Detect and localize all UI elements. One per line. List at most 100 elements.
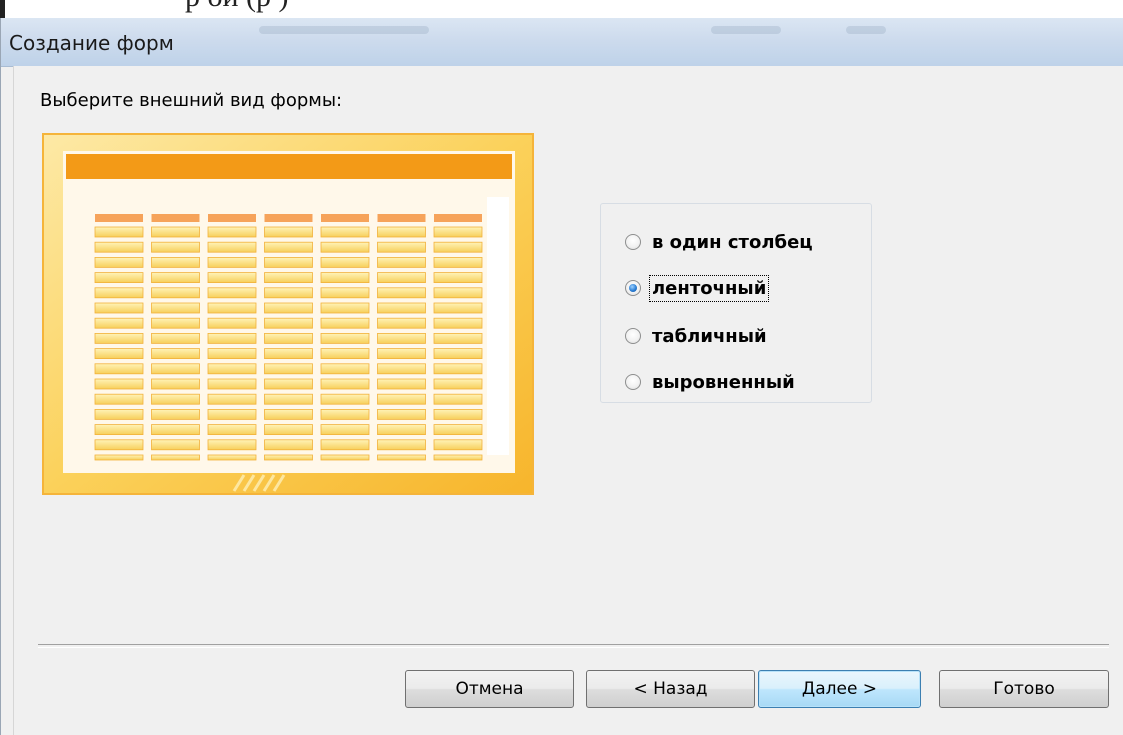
preview-column-header: [95, 214, 143, 222]
preview-field-cell: [377, 226, 426, 238]
preview-field-cell: [151, 408, 200, 420]
preview-field-cell: [377, 348, 426, 360]
preview-field-cell: [94, 454, 144, 461]
preview-field-cell: [264, 241, 313, 253]
preview-field-cell: [151, 378, 200, 390]
preview-form-header: [66, 154, 512, 179]
layout-option[interactable]: выровненный: [625, 368, 795, 396]
preview-field-cell: [94, 408, 144, 420]
preview-field-cell: [207, 317, 257, 329]
preview-field-cell: [433, 363, 483, 375]
preview-field-cell: [377, 378, 426, 390]
preview-field-cell: [151, 226, 200, 238]
preview-field-cell: [151, 393, 200, 405]
radio-checked-icon[interactable]: [625, 280, 641, 296]
preview-field-cell: [151, 454, 200, 461]
preview-field-cell: [377, 302, 426, 314]
preview-field-cell: [433, 424, 483, 436]
preview-field-cell: [151, 257, 200, 268]
window-title: Создание форм: [9, 31, 174, 55]
preview-field-cell: [433, 302, 483, 314]
radio-unchecked-icon[interactable]: [625, 328, 641, 344]
preview-field-cell: [207, 454, 257, 461]
preview-field-cell: [433, 348, 483, 360]
preview-field-cell: [433, 241, 483, 253]
preview-field-cell: [377, 408, 426, 420]
layout-option[interactable]: ленточный: [625, 274, 770, 302]
preview-field-cell: [151, 332, 200, 344]
preview-field-cell: [94, 363, 144, 375]
preview-field-cell: [320, 257, 370, 268]
preview-field-cell: [320, 378, 370, 390]
radio-unchecked-icon[interactable]: [625, 234, 641, 250]
preview-field-cell: [207, 408, 257, 420]
preview-field-cell: [377, 241, 426, 253]
preview-field-cell: [207, 241, 257, 253]
layout-option-label: ленточный: [648, 274, 770, 302]
preview-field-cell: [433, 272, 483, 284]
finish-button[interactable]: Готово: [939, 670, 1109, 708]
preview-field-cell: [433, 378, 483, 390]
preview-field-cell: [377, 363, 426, 375]
preview-field-cell: [377, 287, 426, 299]
preview-field-cell: [207, 393, 257, 405]
preview-field-cell: [264, 439, 313, 451]
preview-field-cell: [264, 363, 313, 375]
preview-field-cell: [320, 272, 370, 284]
preview-field-cell: [320, 226, 370, 238]
preview-field-cell: [433, 439, 483, 451]
next-button[interactable]: Далее >: [758, 670, 921, 708]
preview-field-cell: [94, 348, 144, 360]
preview-field-cell: [320, 363, 370, 375]
layout-option-label: в один столбец: [652, 231, 813, 253]
preview-field-cell: [377, 257, 426, 268]
preview-field-cell: [320, 317, 370, 329]
preview-field-cell: [151, 424, 200, 436]
back-button[interactable]: < Назад: [586, 670, 755, 708]
preview-field-cell: [207, 226, 257, 238]
layout-option[interactable]: в один столбец: [625, 228, 813, 256]
layout-option[interactable]: табличный: [625, 322, 767, 350]
preview-field-cell: [377, 454, 426, 461]
layout-preview-graphic: [44, 135, 532, 493]
document-margin-mark: [0, 0, 5, 18]
layout-options-group: в один столбец ленточный табличный выровнен…: [600, 203, 872, 403]
preview-field-cell: [320, 287, 370, 299]
preview-field-cell: [377, 439, 426, 451]
preview-column-header: [377, 214, 426, 222]
preview-field-cell: [433, 393, 483, 405]
preview-column-header: [434, 214, 482, 222]
preview-field-cell: [94, 393, 144, 405]
layout-prompt-label: Выберите внешний вид формы:: [40, 90, 343, 111]
preview-column-header: [264, 214, 313, 222]
preview-column-header: [208, 214, 256, 222]
preview-field-cell: [433, 332, 483, 344]
cancel-button[interactable]: Отмена: [405, 670, 574, 708]
preview-field-cell: [94, 378, 144, 390]
preview-field-cell: [207, 302, 257, 314]
preview-field-cell: [94, 226, 144, 238]
preview-field-cell: [264, 454, 313, 461]
preview-field-cell: [151, 272, 200, 284]
preview-field-cell: [207, 272, 257, 284]
preview-scrollbar: [487, 197, 509, 455]
preview-field-cell: [264, 378, 313, 390]
preview-field-cell: [377, 393, 426, 405]
button-separator: [38, 644, 1109, 648]
preview-field-cell: [94, 241, 144, 253]
preview-field-cell: [264, 287, 313, 299]
preview-field-cell: [151, 302, 200, 314]
preview-field-cell: [94, 317, 144, 329]
preview-column-header: [321, 214, 369, 222]
titlebar-glass-blur: [846, 26, 886, 34]
preview-field-cell: [433, 317, 483, 329]
preview-field-cell: [433, 226, 483, 238]
title-bar[interactable]: Создание форм: [1, 18, 1123, 67]
preview-field-cell: [207, 439, 257, 451]
preview-field-cell: [94, 287, 144, 299]
preview-field-cell: [320, 348, 370, 360]
radio-unchecked-icon[interactable]: [625, 374, 641, 390]
titlebar-glass-blur: [711, 26, 781, 34]
preview-field-cell: [320, 454, 370, 461]
preview-field-cell: [264, 226, 313, 238]
